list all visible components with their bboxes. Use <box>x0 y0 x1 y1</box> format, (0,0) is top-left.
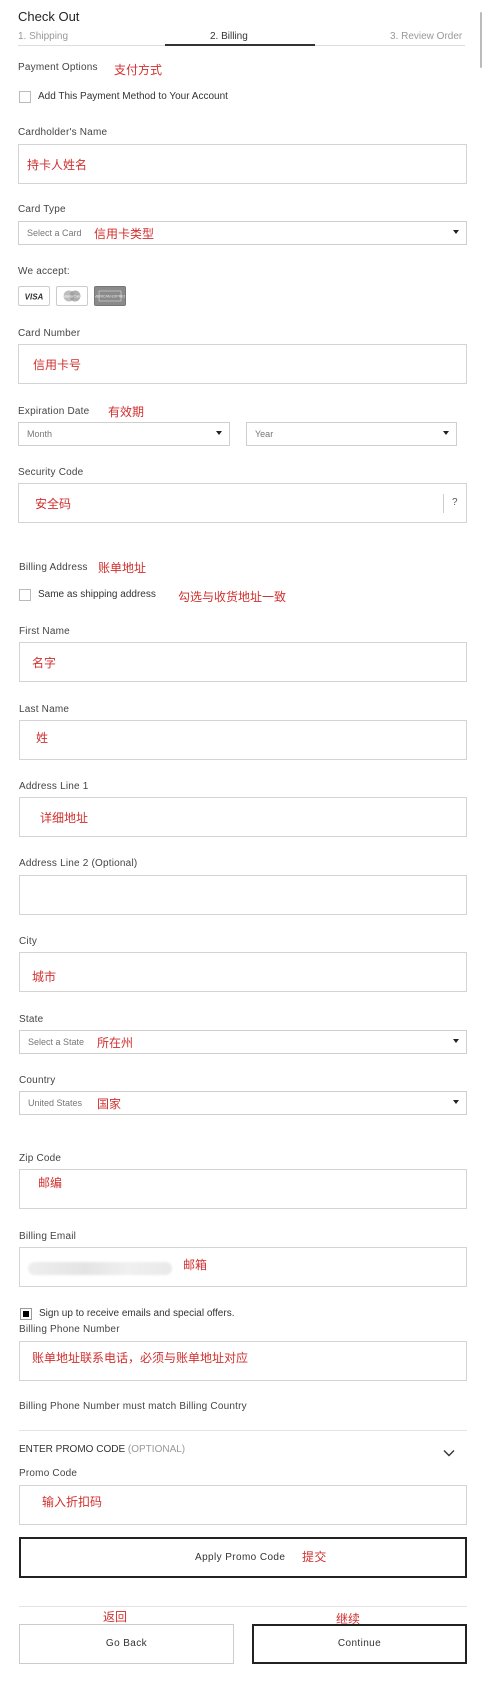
we-accept-label: We accept: <box>18 266 70 277</box>
expiration-year-select[interactable]: Year <box>246 422 457 446</box>
expiration-month-select[interactable]: Month <box>18 422 230 446</box>
security-code-help-icon[interactable]: ? <box>452 497 458 508</box>
billing-email-note: 邮箱 <box>183 1258 208 1272</box>
first-name-label: First Name <box>19 626 70 637</box>
cardholder-name-value: 持卡人姓名 <box>27 158 88 172</box>
chevron-down-icon <box>216 431 222 435</box>
page-title: Check Out <box>18 9 80 24</box>
security-code-value: 安全码 <box>35 497 72 511</box>
state-label: State <box>19 1014 44 1025</box>
billing-address-label: Billing Address <box>19 562 88 573</box>
expiration-date-note: 有效期 <box>108 405 145 419</box>
progress-indicator <box>165 44 315 46</box>
svg-text:MasterCard: MasterCard <box>63 295 81 299</box>
zip-code-field[interactable]: 邮编 <box>19 1169 467 1209</box>
billing-address-note: 账单地址 <box>98 561 147 575</box>
signup-label: Sign up to receive emails and special of… <box>39 1308 235 1319</box>
country-value: United States <box>28 1098 83 1108</box>
security-code-divider <box>443 494 444 513</box>
promo-code-field[interactable]: 输入折扣码 <box>19 1485 467 1525</box>
address-line-1-label: Address Line 1 <box>19 781 89 792</box>
address-line-1-field[interactable]: 详细地址 <box>19 797 467 837</box>
mastercard-card-icon: MasterCard <box>56 286 88 306</box>
cardholder-name-field[interactable]: 持卡人姓名 <box>18 144 467 184</box>
zip-code-value: 邮编 <box>38 1176 63 1190</box>
card-type-label: Card Type <box>18 204 66 215</box>
promo-code-value: 输入折扣码 <box>42 1495 103 1509</box>
country-note: 国家 <box>97 1097 122 1111</box>
visa-card-icon: VISA <box>18 286 50 306</box>
chevron-down-icon <box>453 230 459 234</box>
go-back-note: 返回 <box>103 1610 128 1624</box>
american-express-card-icon: AMERICAN EXPRESS <box>92 286 129 306</box>
same-as-shipping-label: Same as shipping address <box>38 589 156 600</box>
add-payment-method-label: Add This Payment Method to Your Account <box>38 91 228 102</box>
cardholder-name-label: Cardholder's Name <box>18 127 108 138</box>
address-line-2-field[interactable] <box>19 875 467 915</box>
apply-promo-code-button[interactable]: Apply Promo Code 提交 <box>19 1537 467 1578</box>
billing-email-label: Billing Email <box>19 1231 77 1242</box>
promo-optional-label: (OPTIONAL) <box>127 1444 186 1455</box>
country-label: Country <box>19 1075 56 1086</box>
country-select[interactable]: United States 国家 <box>19 1091 467 1115</box>
svg-text:AMERICAN EXPRESS: AMERICAN EXPRESS <box>95 295 125 299</box>
last-name-value: 姓 <box>36 731 49 745</box>
promo-section-title: ENTER PROMO CODE <box>19 1444 126 1455</box>
last-name-label: Last Name <box>19 704 70 715</box>
step-billing: 2. Billing <box>210 31 248 42</box>
card-type-note: 信用卡类型 <box>94 227 155 241</box>
billing-phone-hint: Billing Phone Number must match Billing … <box>19 1401 247 1412</box>
promo-divider <box>19 1430 467 1431</box>
billing-phone-label: Billing Phone Number <box>19 1324 120 1335</box>
security-code-field[interactable]: 安全码 ? <box>18 483 467 523</box>
chevron-down-icon <box>443 431 449 435</box>
billing-phone-field[interactable]: 账单地址联系电话，必须与账单地址对应 <box>19 1341 467 1381</box>
signup-checkbox[interactable] <box>20 1308 32 1320</box>
address-line-1-value: 详细地址 <box>40 811 89 825</box>
add-payment-method-checkbox[interactable] <box>19 91 31 103</box>
city-label: City <box>19 936 38 947</box>
footer-divider <box>19 1606 467 1607</box>
scrollbar-thumb[interactable] <box>480 12 482 68</box>
payment-options-note: 支付方式 <box>114 63 163 77</box>
card-number-label: Card Number <box>18 328 81 339</box>
redacted-email <box>28 1262 172 1275</box>
address-line-2-label: Address Line 2 (Optional) <box>19 858 138 869</box>
city-value: 城市 <box>32 970 57 984</box>
year-placeholder: Year <box>255 429 274 439</box>
same-as-shipping-checkbox[interactable] <box>19 589 31 601</box>
security-code-label: Security Code <box>18 467 84 478</box>
payment-options-label: Payment Options <box>18 62 98 73</box>
svg-text:VISA: VISA <box>25 293 44 302</box>
expiration-date-label: Expiration Date <box>18 406 90 417</box>
first-name-field[interactable]: 名字 <box>19 642 467 682</box>
apply-promo-code-label: Apply Promo Code <box>195 1552 286 1563</box>
go-back-button[interactable]: Go Back <box>19 1624 234 1664</box>
billing-email-field[interactable]: 邮箱 <box>19 1247 467 1287</box>
state-placeholder: Select a State <box>28 1037 85 1047</box>
billing-phone-value: 账单地址联系电话，必须与账单地址对应 <box>32 1351 249 1365</box>
continue-button[interactable]: Continue <box>252 1624 467 1664</box>
zip-code-label: Zip Code <box>19 1153 62 1164</box>
card-type-select[interactable]: Select a Card 信用卡类型 <box>18 221 467 245</box>
chevron-down-icon <box>453 1100 459 1104</box>
promo-code-label: Promo Code <box>19 1468 78 1479</box>
chevron-down-icon <box>453 1039 459 1043</box>
city-field[interactable]: 城市 <box>19 952 467 992</box>
card-number-value: 信用卡号 <box>33 358 82 372</box>
last-name-field[interactable]: 姓 <box>19 720 467 760</box>
state-note: 所在州 <box>97 1036 134 1050</box>
card-type-placeholder: Select a Card <box>27 228 82 238</box>
chevron-down-icon[interactable] <box>443 1444 455 1462</box>
same-as-shipping-note: 勾选与收货地址一致 <box>178 590 287 604</box>
month-placeholder: Month <box>27 429 53 439</box>
step-review-order: 3. Review Order <box>390 31 463 42</box>
step-shipping[interactable]: 1. Shipping <box>18 31 68 42</box>
apply-promo-code-note: 提交 <box>302 1550 327 1564</box>
state-select[interactable]: Select a State 所在州 <box>19 1030 467 1054</box>
promo-section-header[interactable]: ENTER PROMO CODE (OPTIONAL) <box>19 1444 185 1455</box>
card-number-field[interactable]: 信用卡号 <box>18 344 467 384</box>
first-name-value: 名字 <box>32 656 57 670</box>
